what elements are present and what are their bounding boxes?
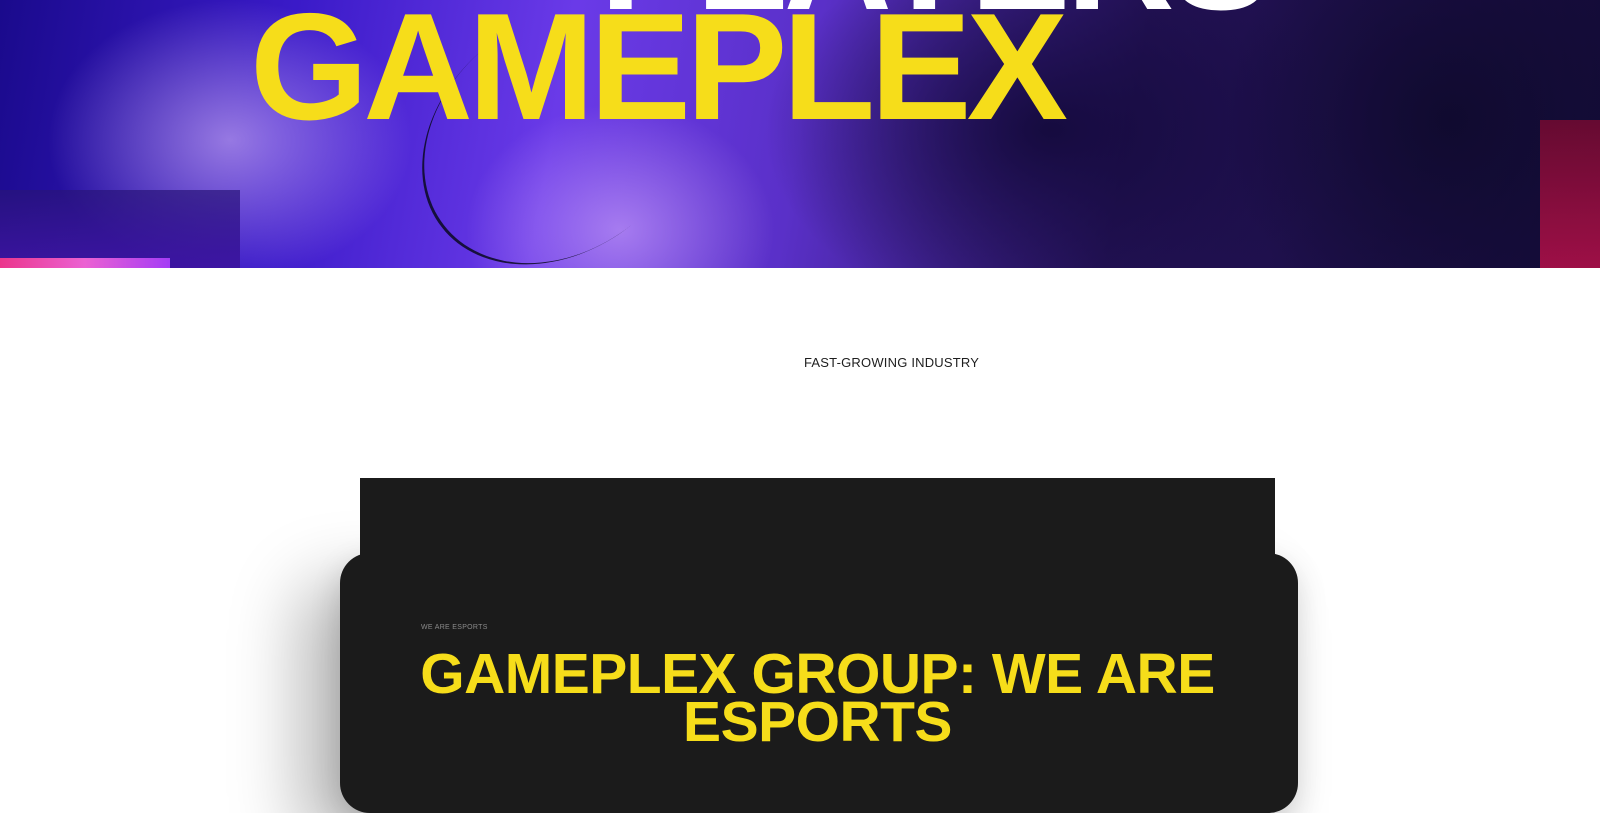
chair-highlight [1540, 120, 1600, 268]
hero-banner: PLAYERS GAMEPLEX [0, 0, 1600, 268]
keyboard-glow [0, 258, 170, 268]
keyboard-image [0, 190, 240, 268]
intro-card: WE ARE ESPORTS GAMEPLEX GROUP: WE ARE ES… [360, 478, 1275, 778]
card-title: GAMEPLEX GROUP: WE ARE ESPORTS [420, 642, 1215, 754]
card-eyebrow: WE ARE ESPORTS [421, 624, 488, 631]
hero-title: GAMEPLEX [250, 0, 1068, 152]
section-eyebrow: FAST-GROWING INDUSTRY [804, 355, 980, 370]
